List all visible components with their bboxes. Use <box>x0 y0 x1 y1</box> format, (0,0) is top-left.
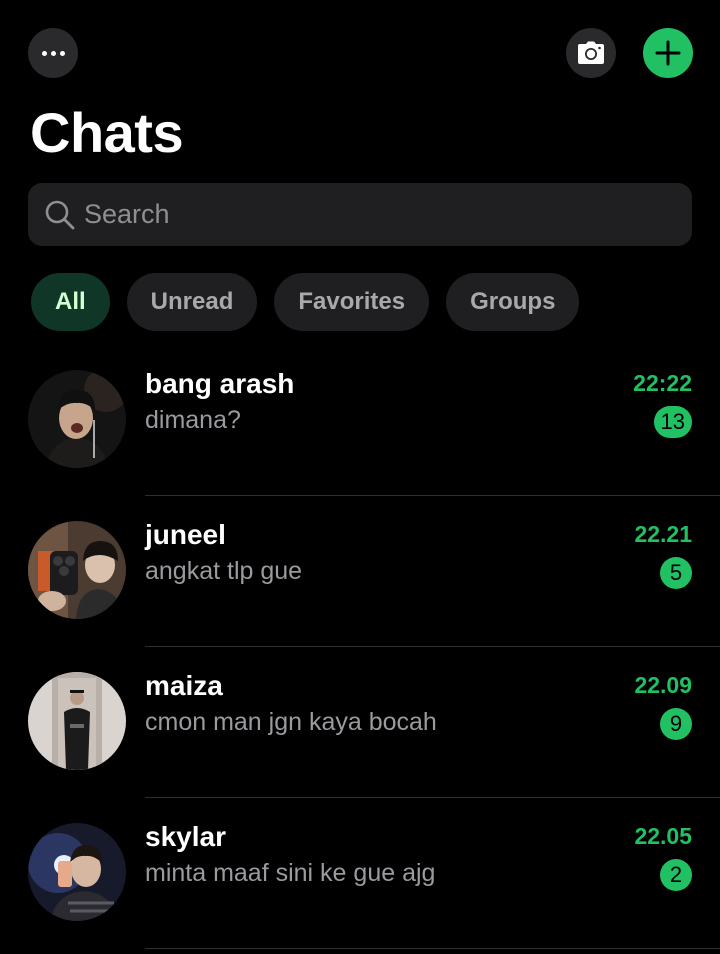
filter-groups[interactable]: Groups <box>446 273 580 331</box>
camera-icon <box>578 41 604 64</box>
avatar[interactable] <box>28 823 126 921</box>
chat-last-message: cmon man jgn kaya bocah <box>145 708 437 736</box>
chat-row-skylar[interactable]: skylar minta maaf sini ke gue ajg 22.05 … <box>0 798 720 949</box>
filter-all[interactable]: All <box>31 273 110 331</box>
chat-name: juneel <box>145 519 226 550</box>
search-input[interactable] <box>84 183 692 246</box>
chat-time: 22.21 <box>634 521 692 547</box>
unread-badge: 5 <box>660 557 692 589</box>
camera-button[interactable] <box>566 28 616 78</box>
ellipsis-icon <box>41 50 65 56</box>
search-icon <box>45 200 75 229</box>
chat-row-maiza[interactable]: maiza cmon man jgn kaya bocah 22.09 9 <box>0 647 720 798</box>
chat-last-message: angkat tlp gue <box>145 557 303 585</box>
chat-name: maiza <box>145 670 223 701</box>
chat-row-juneel[interactable]: juneel angkat tlp gue 22.21 5 <box>0 496 720 647</box>
filter-favorites[interactable]: Favorites <box>274 273 430 331</box>
unread-badge: 13 <box>653 406 692 438</box>
avatar[interactable] <box>28 370 126 468</box>
unread-badge: 9 <box>660 708 692 740</box>
chat-time: 22.05 <box>634 823 692 849</box>
avatar[interactable] <box>28 672 126 770</box>
filter-unread[interactable]: Unread <box>126 273 258 331</box>
divider <box>145 948 720 949</box>
new-chat-button[interactable] <box>643 28 693 78</box>
chat-row-bang-arash[interactable]: bang arash dimana? 22:22 13 <box>0 345 720 496</box>
chat-last-message: dimana? <box>145 406 241 434</box>
plus-icon <box>655 40 681 66</box>
filter-chips: All Unread Favorites Groups <box>31 273 580 331</box>
avatar[interactable] <box>28 521 126 619</box>
chat-time: 22.09 <box>634 672 692 698</box>
chat-name: bang arash <box>145 368 295 399</box>
more-options-button[interactable] <box>28 28 78 78</box>
chat-list: bang arash dimana? 22:22 13 juneel angka… <box>0 345 720 949</box>
chat-last-message: minta maaf sini ke gue ajg <box>145 859 436 887</box>
page-title: Chats <box>30 101 184 164</box>
unread-badge: 2 <box>660 859 692 891</box>
chats-screen: Chats All Unread Favorites Groups <box>0 0 720 954</box>
chat-time: 22:22 <box>633 370 692 396</box>
chat-name: skylar <box>145 821 226 852</box>
search-bar[interactable] <box>28 183 692 246</box>
